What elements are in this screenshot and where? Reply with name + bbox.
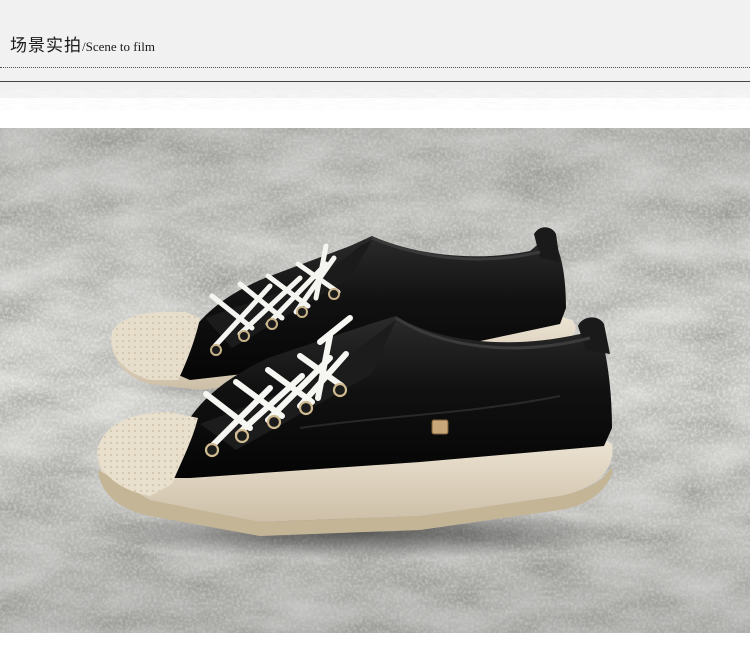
section-title-chinese: 场景实拍: [10, 36, 82, 56]
solid-divider: [0, 81, 750, 82]
brush-edge-decoration: [0, 86, 750, 110]
dotted-divider: [0, 67, 750, 68]
product-photo: [0, 128, 750, 633]
section-title: 场景实拍/Scene to film: [10, 34, 155, 58]
sneakers-on-concrete-image: [0, 128, 750, 633]
section-title-english: Scene to film: [85, 39, 155, 54]
section-header: 场景实拍/Scene to film: [0, 0, 750, 98]
